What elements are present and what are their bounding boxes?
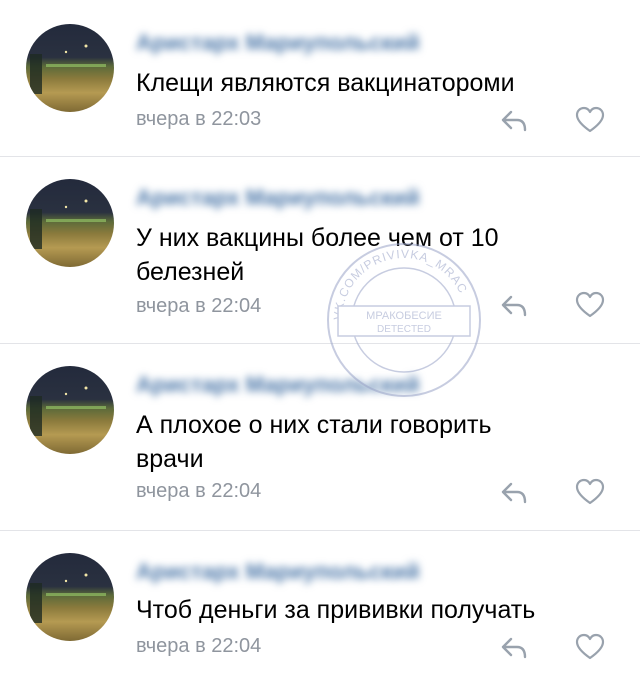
comment-text: Клещи являются вакцинатороми (136, 69, 515, 97)
comments-feed: Аристарх Мариупольский Клещи являются ва… (0, 0, 640, 680)
comment-author[interactable]: Аристарх Мариупольский (136, 185, 420, 211)
reply-button[interactable] (498, 104, 530, 136)
comment-timestamp[interactable]: вчера в 22:04 (136, 480, 261, 503)
avatar[interactable] (26, 179, 114, 267)
like-button[interactable] (574, 631, 606, 663)
comment-item: Аристарх Мариупольский Клещи являются ва… (0, 0, 640, 156)
avatar[interactable] (26, 24, 114, 112)
comment-timestamp[interactable]: вчера в 22:04 (136, 635, 261, 658)
comment-item: Аристарх Мариупольский Чтоб деньги за пр… (0, 531, 640, 680)
reply-arrow-icon (501, 295, 527, 317)
comment-text: А плохое о них стали говорить врачи (136, 411, 492, 473)
heart-outline-icon (575, 106, 605, 133)
comment-text: У них вакцины более чем от 10 белезней (136, 224, 499, 286)
heart-outline-icon (575, 633, 605, 660)
comment-item: Аристарх Мариупольский А плохое о них ст… (0, 344, 640, 530)
reply-button[interactable] (498, 631, 530, 663)
comment-author[interactable]: Аристарх Мариупольский (136, 30, 420, 56)
avatar[interactable] (26, 553, 114, 641)
comment-timestamp[interactable]: вчера в 22:03 (136, 108, 261, 131)
like-button[interactable] (574, 289, 606, 321)
like-button[interactable] (574, 104, 606, 136)
like-button[interactable] (574, 476, 606, 508)
heart-outline-icon (575, 291, 605, 318)
reply-arrow-icon (501, 482, 527, 504)
reply-arrow-icon (501, 637, 527, 659)
comment-text: Чтоб деньги за прививки получать (136, 596, 536, 624)
heart-outline-icon (575, 478, 605, 505)
comment-item: Аристарх Мариупольский У них вакцины бол… (0, 157, 640, 343)
reply-arrow-icon (501, 110, 527, 132)
comment-author[interactable]: Аристарх Мариупольский (136, 559, 420, 585)
reply-button[interactable] (498, 476, 530, 508)
avatar[interactable] (26, 366, 114, 454)
comment-author[interactable]: Аристарх Мариупольский (136, 372, 420, 398)
reply-button[interactable] (498, 289, 530, 321)
comment-timestamp[interactable]: вчера в 22:04 (136, 295, 261, 318)
